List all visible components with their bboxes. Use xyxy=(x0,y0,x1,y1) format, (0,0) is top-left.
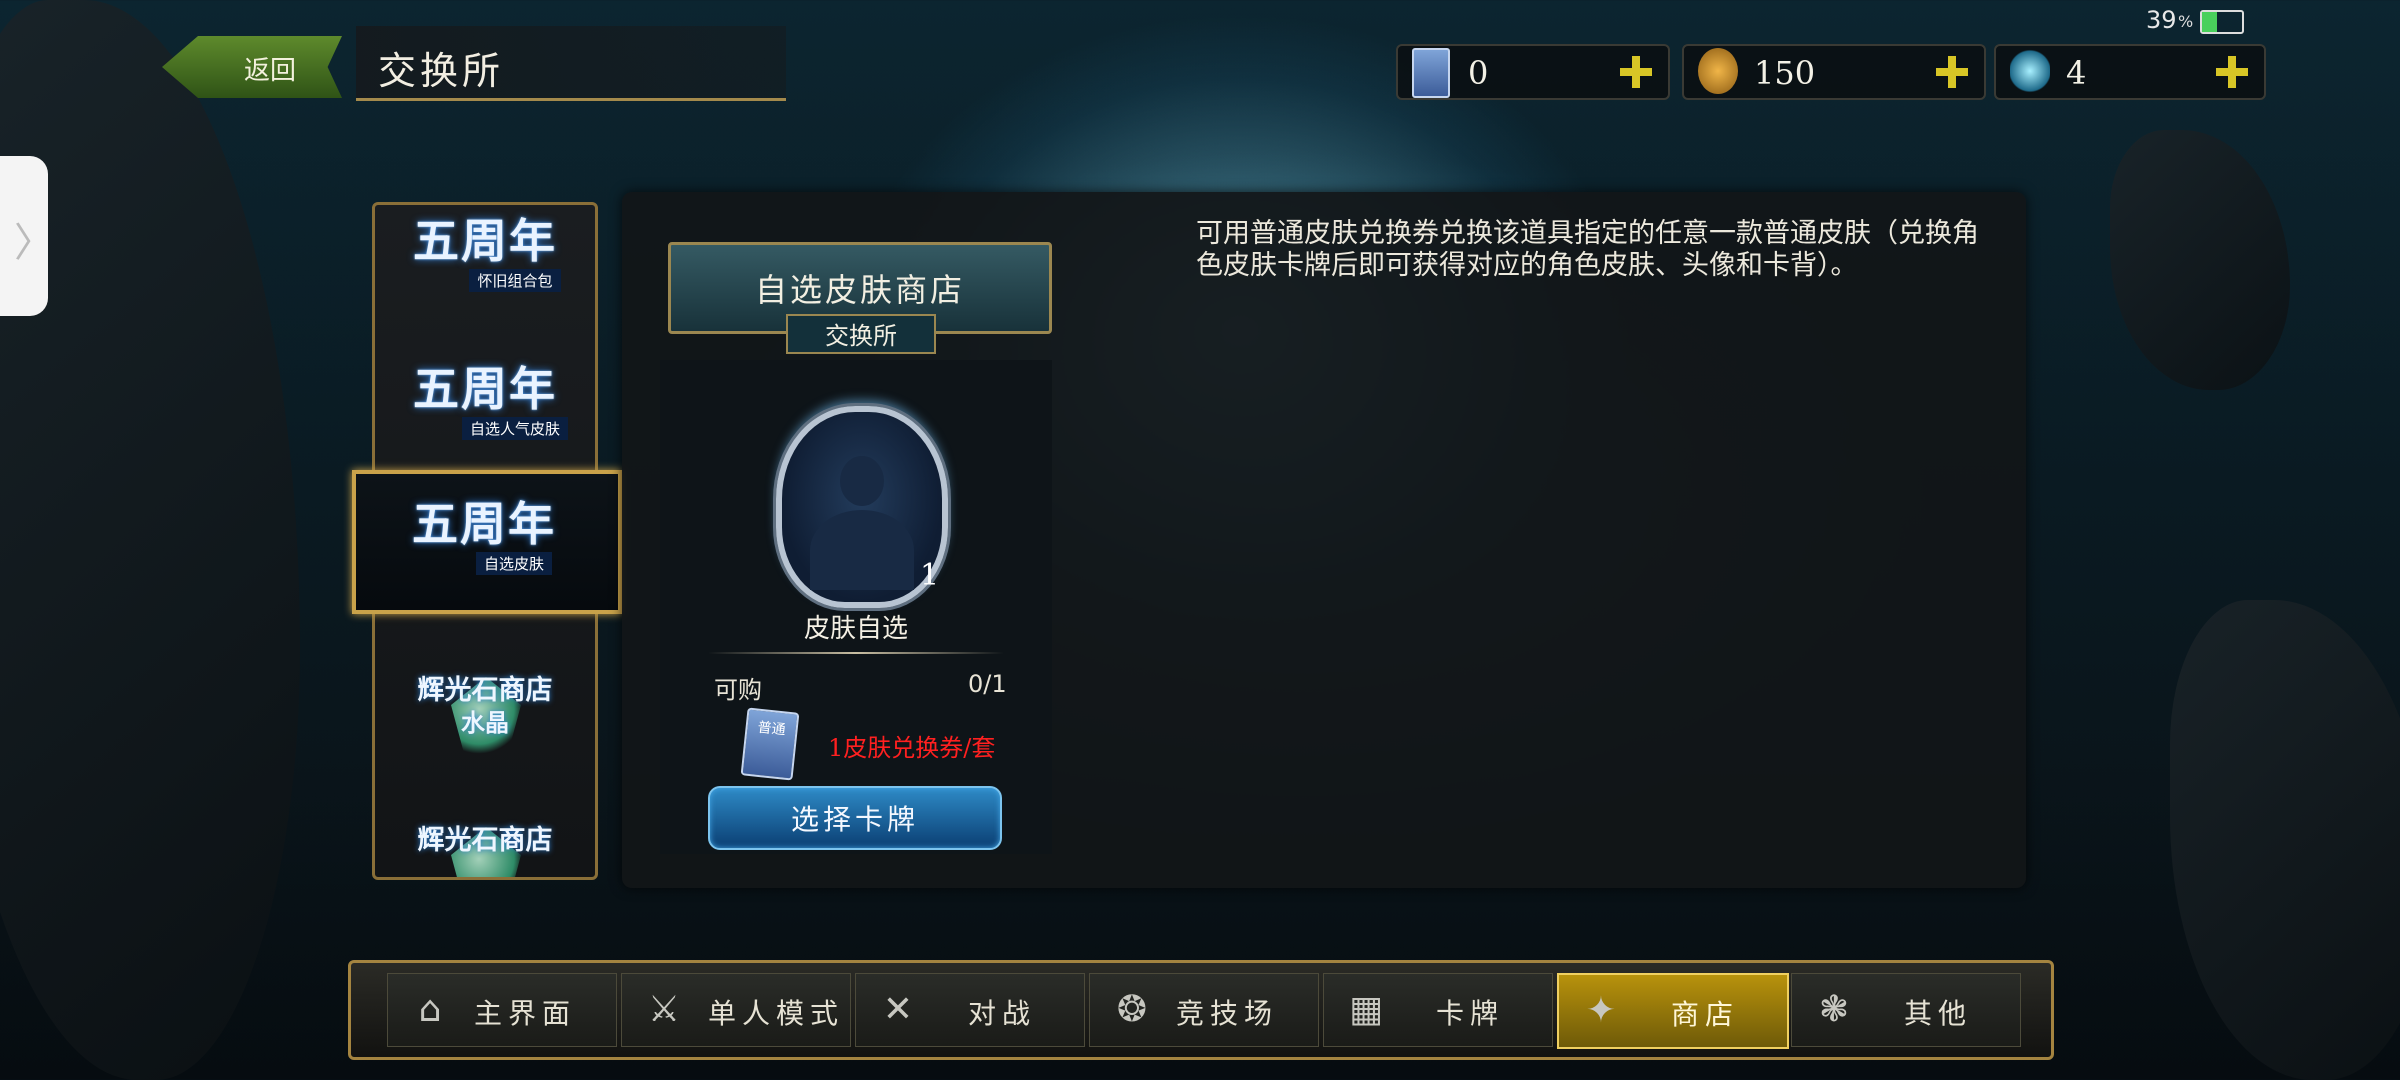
crossed-swords-icon: ✕ xyxy=(882,989,914,1030)
battery-percent: 39 xyxy=(2146,6,2177,34)
chevron-right-icon: 〉 xyxy=(14,220,54,266)
category-title: 辉光石商店 xyxy=(417,825,553,856)
nav-label: 主界面 xyxy=(474,997,577,1030)
nav-label: 对战 xyxy=(968,997,1037,1030)
category-item-selected[interactable]: 五周年 自选皮肤 xyxy=(352,470,622,614)
background-rock xyxy=(2170,600,2400,1080)
currency-value: 0 xyxy=(1468,54,1489,92)
category-subtitle: 怀旧组合包 xyxy=(469,269,561,292)
category-title: 五周年 xyxy=(413,362,557,416)
currency-coins: 150 xyxy=(1682,44,1986,100)
shop-banner-subtitle: 交换所 xyxy=(786,314,936,354)
divider xyxy=(708,652,1004,654)
category-item[interactable]: 五周年 怀旧组合包 xyxy=(375,205,595,335)
crystal-icon xyxy=(2010,48,2050,94)
skin-ticket-icon: 普通 xyxy=(740,707,800,781)
category-item[interactable]: 辉光石商店 xyxy=(375,803,595,877)
nav-label: 单人模式 xyxy=(708,997,845,1030)
category-subtitle: 水晶 xyxy=(461,708,509,737)
category-item-content: 五周年 自选皮肤 xyxy=(374,488,594,618)
silhouette-shoulders xyxy=(810,510,914,590)
nav-label: 商店 xyxy=(1671,998,1740,1031)
nav-arena[interactable]: ❂ 竞技场 xyxy=(1089,973,1319,1047)
nav-label: 卡牌 xyxy=(1436,997,1505,1030)
shop-icon: ✦ xyxy=(1585,990,1617,1031)
add-currency-button[interactable] xyxy=(2210,50,2254,94)
currency-skin-ticket: 0 xyxy=(1396,44,1670,100)
bottom-nav: ⌂ 主界面 ⚔ 单人模式 ✕ 对战 ❂ 竞技场 ▦ 卡牌 ✦ 商店 ❃ 其他 xyxy=(348,960,2054,1060)
currency-crystal: 4 xyxy=(1994,44,2266,100)
cards-icon: ▦ xyxy=(1348,989,1383,1030)
back-button-label: 返回 xyxy=(244,55,297,85)
side-drawer-handle[interactable]: 〉 xyxy=(0,156,54,316)
nav-label: 竞技场 xyxy=(1176,997,1279,1030)
item-name: 皮肤自选 xyxy=(803,614,908,644)
choose-card-button[interactable]: 选择卡牌 xyxy=(708,786,1002,850)
nav-battle[interactable]: ✕ 对战 xyxy=(855,973,1085,1047)
shop-name: 自选皮肤商店 xyxy=(754,271,965,309)
coin-bag-icon xyxy=(1698,48,1738,94)
background-rock xyxy=(2110,130,2290,390)
category-item[interactable]: 辉光石商店 水晶 xyxy=(375,653,595,783)
arena-icon: ❂ xyxy=(1116,989,1148,1030)
item-quantity: 1 xyxy=(920,558,940,593)
nav-other[interactable]: ❃ 其他 xyxy=(1791,973,2021,1047)
category-title: 五周年 xyxy=(412,497,556,551)
category-item[interactable]: 五周年 自选人气皮肤 xyxy=(375,353,595,483)
currency-value: 150 xyxy=(1754,54,1816,92)
category-subtitle: 自选人气皮肤 xyxy=(461,417,568,440)
back-button[interactable]: 返回 xyxy=(162,36,342,98)
purchasable-label: 可购 xyxy=(714,676,762,704)
background-rock xyxy=(0,0,300,1080)
ticket-label: 普通 xyxy=(756,719,787,739)
nav-home[interactable]: ⌂ 主界面 xyxy=(387,973,617,1047)
category-subtitle: 自选皮肤 xyxy=(475,552,552,575)
skin-ticket-icon xyxy=(1412,48,1450,98)
home-icon: ⌂ xyxy=(418,989,442,1030)
category-title: 五周年 xyxy=(413,214,557,268)
percent-sign: % xyxy=(2178,12,2194,31)
page-title: 交换所 xyxy=(378,49,505,93)
silhouette-head xyxy=(840,456,884,506)
title-plate: 交换所 xyxy=(356,26,786,101)
battery-icon xyxy=(2200,10,2244,34)
choose-card-label: 选择卡牌 xyxy=(790,803,919,836)
nav-cards[interactable]: ▦ 卡牌 xyxy=(1323,973,1553,1047)
nav-label: 其他 xyxy=(1904,997,1973,1030)
nav-shop[interactable]: ✦ 商店 xyxy=(1557,973,1789,1049)
item-cost: 1皮肤兑换券/套 xyxy=(828,734,996,762)
sword-shield-icon: ⚔ xyxy=(647,989,681,1030)
category-title: 辉光石商店 xyxy=(417,675,553,706)
add-currency-button[interactable] xyxy=(1614,50,1658,94)
add-currency-button[interactable] xyxy=(1930,50,1974,94)
purchasable-count: 0/1 xyxy=(968,670,1007,698)
nav-single-player[interactable]: ⚔ 单人模式 xyxy=(621,973,851,1047)
currency-value: 4 xyxy=(2066,54,2087,92)
item-description: 可用普通皮肤兑换券兑换该道具指定的任意一款普通皮肤（兑换角色皮肤卡牌后即可获得对… xyxy=(1196,218,1979,281)
other-icon: ❃ xyxy=(1818,989,1850,1030)
